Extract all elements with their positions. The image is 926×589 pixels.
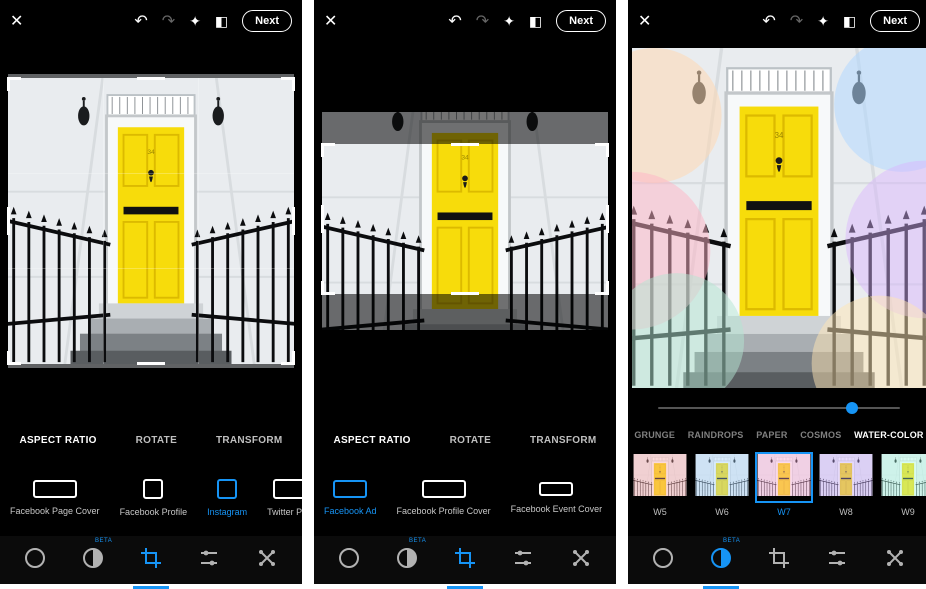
looks-icon[interactable] bbox=[337, 546, 361, 575]
screen-3-effect-watercolor: ✕ ↶ ↷ ✦ ◧ Next GRUNGE RAINDROPS PAPER COSMO… bbox=[628, 0, 926, 584]
compare-icon[interactable]: ◧ bbox=[529, 13, 542, 30]
topbar: ✕ ↶ ↷ ✦ ◧ Next bbox=[314, 0, 616, 42]
looks-icon[interactable] bbox=[651, 546, 675, 575]
compare-icon[interactable]: ◧ bbox=[843, 13, 856, 30]
crop-handle[interactable] bbox=[281, 77, 295, 91]
retouch-icon[interactable] bbox=[569, 546, 593, 575]
crop-handle[interactable] bbox=[321, 143, 335, 157]
crop-handle[interactable] bbox=[321, 281, 335, 295]
crop-tabs: ASPECT RATIO ROTATE TRANSFORM bbox=[0, 418, 302, 462]
effect-category-row[interactable]: GRUNGE RAINDROPS PAPER COSMOS WATER-COLOR bbox=[628, 422, 926, 448]
aspect-facebook-profile-cover[interactable]: Facebook Profile Cover bbox=[387, 480, 501, 516]
crop-handle[interactable] bbox=[281, 351, 295, 365]
effect-w8[interactable]: W8 bbox=[816, 452, 876, 517]
next-button[interactable]: Next bbox=[556, 10, 606, 32]
category-raindrops[interactable]: RAINDROPS bbox=[688, 430, 744, 440]
crop-handle[interactable] bbox=[451, 143, 479, 146]
effect-variant-row[interactable]: W5W6W7W8W9 bbox=[628, 448, 926, 520]
close-icon[interactable]: ✕ bbox=[638, 11, 651, 31]
redo-icon: ↷ bbox=[162, 11, 175, 31]
image-preview[interactable] bbox=[314, 42, 616, 400]
tab-rotate[interactable]: ROTATE bbox=[450, 435, 491, 446]
bottom-toolbar: BETA bbox=[628, 536, 926, 584]
retouch-icon[interactable] bbox=[255, 546, 279, 575]
effect-intensity-slider[interactable] bbox=[628, 394, 926, 422]
undo-icon[interactable]: ↶ bbox=[134, 11, 147, 31]
bottom-toolbar: BETA bbox=[314, 536, 616, 584]
category-water-color[interactable]: WATER-COLOR bbox=[854, 430, 924, 440]
close-icon[interactable]: ✕ bbox=[324, 11, 337, 31]
undo-icon[interactable]: ↶ bbox=[762, 11, 775, 31]
aspect-facebook-profile[interactable]: Facebook Profile bbox=[110, 479, 198, 517]
looks-icon[interactable] bbox=[23, 546, 47, 575]
tab-rotate[interactable]: ROTATE bbox=[136, 435, 177, 446]
bottom-toolbar: BETA bbox=[0, 536, 302, 584]
crop-handle[interactable] bbox=[7, 207, 10, 235]
screen-1-crop-instagram: ✕ ↶ ↷ ✦ ◧ Next ASPECT RATIO ROTATE TRANS… bbox=[0, 0, 302, 584]
aspect-facebook-event-cover[interactable]: Facebook Event Cover bbox=[501, 482, 613, 514]
auto-enhance-icon[interactable]: ✦ bbox=[189, 13, 201, 30]
auto-enhance-icon[interactable]: ✦ bbox=[503, 13, 515, 30]
image-preview[interactable] bbox=[0, 42, 302, 400]
tab-transform[interactable]: TRANSFORM bbox=[530, 435, 597, 446]
next-button[interactable]: Next bbox=[870, 10, 920, 32]
crop-handle[interactable] bbox=[137, 362, 165, 365]
close-icon[interactable]: ✕ bbox=[10, 11, 23, 31]
effects-icon[interactable]: BETA bbox=[395, 546, 419, 575]
crop-handle[interactable] bbox=[321, 205, 324, 233]
crop-handle[interactable] bbox=[137, 77, 165, 80]
crop-icon[interactable] bbox=[453, 546, 477, 575]
compare-icon[interactable]: ◧ bbox=[215, 13, 228, 30]
crop-handle[interactable] bbox=[292, 207, 295, 235]
effects-icon[interactable]: BETA bbox=[709, 546, 733, 575]
effects-icon[interactable]: BETA bbox=[81, 546, 105, 575]
topbar: ✕ ↶ ↷ ✦ ◧ Next bbox=[0, 0, 302, 42]
effect-w5[interactable]: W5 bbox=[630, 452, 690, 517]
aspect-facebook-page-cover[interactable]: Facebook Page Cover bbox=[0, 480, 110, 516]
adjust-icon[interactable] bbox=[197, 546, 221, 575]
tab-transform[interactable]: TRANSFORM bbox=[216, 435, 283, 446]
crop-handle[interactable] bbox=[606, 205, 609, 233]
category-cosmos[interactable]: COSMOS bbox=[800, 430, 841, 440]
crop-icon[interactable] bbox=[139, 546, 163, 575]
crop-handle[interactable] bbox=[595, 281, 609, 295]
aspect-fac…[interactable]: Fac… bbox=[612, 480, 616, 516]
adjust-icon[interactable] bbox=[825, 546, 849, 575]
next-button[interactable]: Next bbox=[242, 10, 292, 32]
adjust-icon[interactable] bbox=[511, 546, 535, 575]
aspect-ratio-list[interactable]: Facebook AdFacebook Profile CoverFaceboo… bbox=[314, 462, 616, 534]
crop-handle[interactable] bbox=[595, 143, 609, 157]
effect-w6[interactable]: W6 bbox=[692, 452, 752, 517]
tab-aspect-ratio[interactable]: ASPECT RATIO bbox=[333, 435, 410, 446]
aspect-instagram[interactable]: Instagram bbox=[197, 479, 257, 517]
aspect-ratio-list[interactable]: Facebook Page CoverFacebook ProfileInsta… bbox=[0, 462, 302, 534]
topbar: ✕ ↶ ↷ ✦ ◧ Next bbox=[628, 0, 926, 42]
crop-tabs: ASPECT RATIO ROTATE TRANSFORM bbox=[314, 418, 616, 462]
screen-2-crop-facebook-ad: ✕ ↶ ↷ ✦ ◧ Next ASPECT RATIO ROTATE TRANS… bbox=[314, 0, 616, 584]
effect-w9[interactable]: W9 bbox=[878, 452, 926, 517]
crop-handle[interactable] bbox=[451, 292, 479, 295]
crop-handle[interactable] bbox=[7, 351, 21, 365]
auto-enhance-icon[interactable]: ✦ bbox=[817, 13, 829, 30]
aspect-twitter-post[interactable]: Twitter Post bbox=[257, 479, 302, 517]
retouch-icon[interactable] bbox=[883, 546, 907, 575]
category-paper[interactable]: PAPER bbox=[756, 430, 787, 440]
tab-aspect-ratio[interactable]: ASPECT RATIO bbox=[19, 435, 96, 446]
effect-w7[interactable]: W7 bbox=[754, 452, 814, 517]
redo-icon: ↷ bbox=[790, 11, 803, 31]
category-grunge[interactable]: GRUNGE bbox=[634, 430, 675, 440]
crop-icon[interactable] bbox=[767, 546, 791, 575]
undo-icon[interactable]: ↶ bbox=[448, 11, 461, 31]
image-preview[interactable] bbox=[628, 42, 926, 394]
aspect-facebook-ad[interactable]: Facebook Ad bbox=[314, 480, 387, 516]
redo-icon: ↷ bbox=[476, 11, 489, 31]
crop-handle[interactable] bbox=[7, 77, 21, 91]
